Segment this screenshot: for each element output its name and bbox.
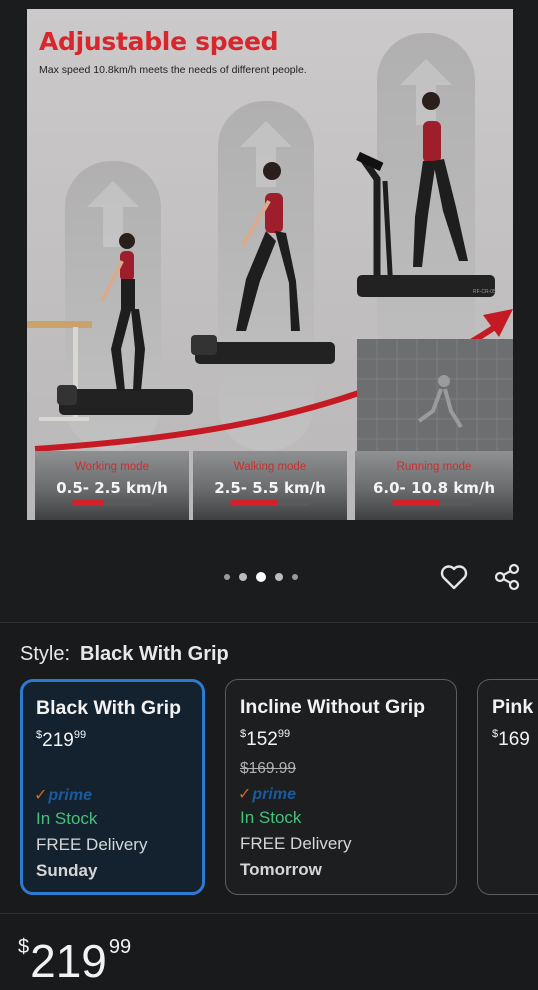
delivery-day: Tomorrow [240, 860, 322, 879]
price-cents: 99 [108, 936, 132, 958]
option-name: Black With Grip [36, 697, 182, 719]
current-price: $219 99 [18, 934, 131, 988]
style-label: Style: [20, 643, 71, 665]
option-price: $15299 [240, 728, 290, 751]
option-price: $169 [492, 728, 530, 751]
delivery-day: Sunday [36, 861, 98, 880]
carousel-dot[interactable] [275, 573, 283, 581]
mode-running: Running mode 6.0- 10.8 km/h [355, 451, 513, 520]
mode-label: Working mode [75, 461, 149, 473]
mode-speed: 0.5- 2.5 km/h [56, 479, 168, 497]
hero-subtitle: Max speed 10.8km/h meets the needs of di… [39, 64, 307, 76]
price-whole: 169 [498, 728, 530, 750]
mode-speed: 6.0- 10.8 km/h [372, 479, 495, 497]
heart-icon [440, 565, 468, 590]
delivery-text: FREE Delivery [240, 834, 352, 853]
prime-label: prime [48, 787, 92, 804]
style-option-incline-without-grip[interactable]: Incline Without Grip $15299 $169.99 ✓pri… [225, 679, 457, 895]
mode-working: Working mode 0.5- 2.5 km/h [35, 451, 189, 520]
price-cents: 99 [277, 728, 291, 740]
stock-status: In Stock [36, 809, 98, 828]
prime-check-icon: ✓ [238, 786, 252, 803]
option-price: $21999 [36, 729, 86, 752]
option-name: Incline Without Grip [240, 696, 426, 718]
style-heading: Style: Black With Grip [20, 643, 229, 666]
price-cents: 99 [73, 729, 87, 741]
share-icon [494, 563, 520, 591]
price-whole: 152 [246, 728, 278, 750]
divider [0, 913, 538, 914]
prime-badge: ✓prime [238, 784, 296, 804]
wishlist-button[interactable] [437, 560, 471, 594]
style-selected-value: Black With Grip [80, 643, 229, 665]
prime-label: prime [252, 786, 296, 803]
price-whole: 219 [42, 729, 74, 751]
product-image[interactable]: Adjustable speed Max speed 10.8km/h meet… [27, 9, 513, 520]
model-tag: RF-CR-05 [473, 289, 496, 295]
carousel-dot[interactable] [292, 574, 298, 580]
prime-check-icon: ✓ [34, 787, 48, 804]
price-currency: $ [18, 936, 30, 958]
carousel-dot[interactable] [239, 573, 247, 581]
delivery-text: FREE Delivery [36, 835, 148, 854]
mode-level-fill [392, 500, 440, 506]
style-option-black-with-grip[interactable]: Black With Grip $21999 ✓prime In Stock F… [20, 679, 205, 895]
mode-level-bar [392, 500, 472, 506]
prime-badge: ✓prime [34, 785, 92, 805]
hero-illustration [27, 9, 513, 520]
list-price: $169.99 [240, 760, 297, 777]
carousel-dot-active[interactable] [256, 572, 266, 582]
mode-label: Running mode [396, 461, 472, 473]
mode-level-bar [72, 500, 152, 506]
carousel-dot[interactable] [224, 574, 230, 580]
mode-speed: 2.5- 5.5 km/h [214, 479, 326, 497]
stock-status: In Stock [240, 808, 302, 827]
mode-label: Walking mode [233, 461, 307, 473]
mode-level-bar [230, 500, 310, 506]
share-button[interactable] [490, 560, 524, 594]
price-whole: 219 [30, 935, 107, 987]
carousel-dots[interactable] [224, 570, 298, 584]
mode-walking: Walking mode 2.5- 5.5 km/h [193, 451, 347, 520]
divider [0, 622, 538, 623]
style-option-pink[interactable]: Pink $169 [477, 679, 538, 895]
option-name: Pink [492, 696, 534, 718]
hero-title: Adjustable speed [39, 27, 279, 56]
mode-level-fill [230, 500, 278, 506]
mode-level-fill [72, 500, 104, 506]
